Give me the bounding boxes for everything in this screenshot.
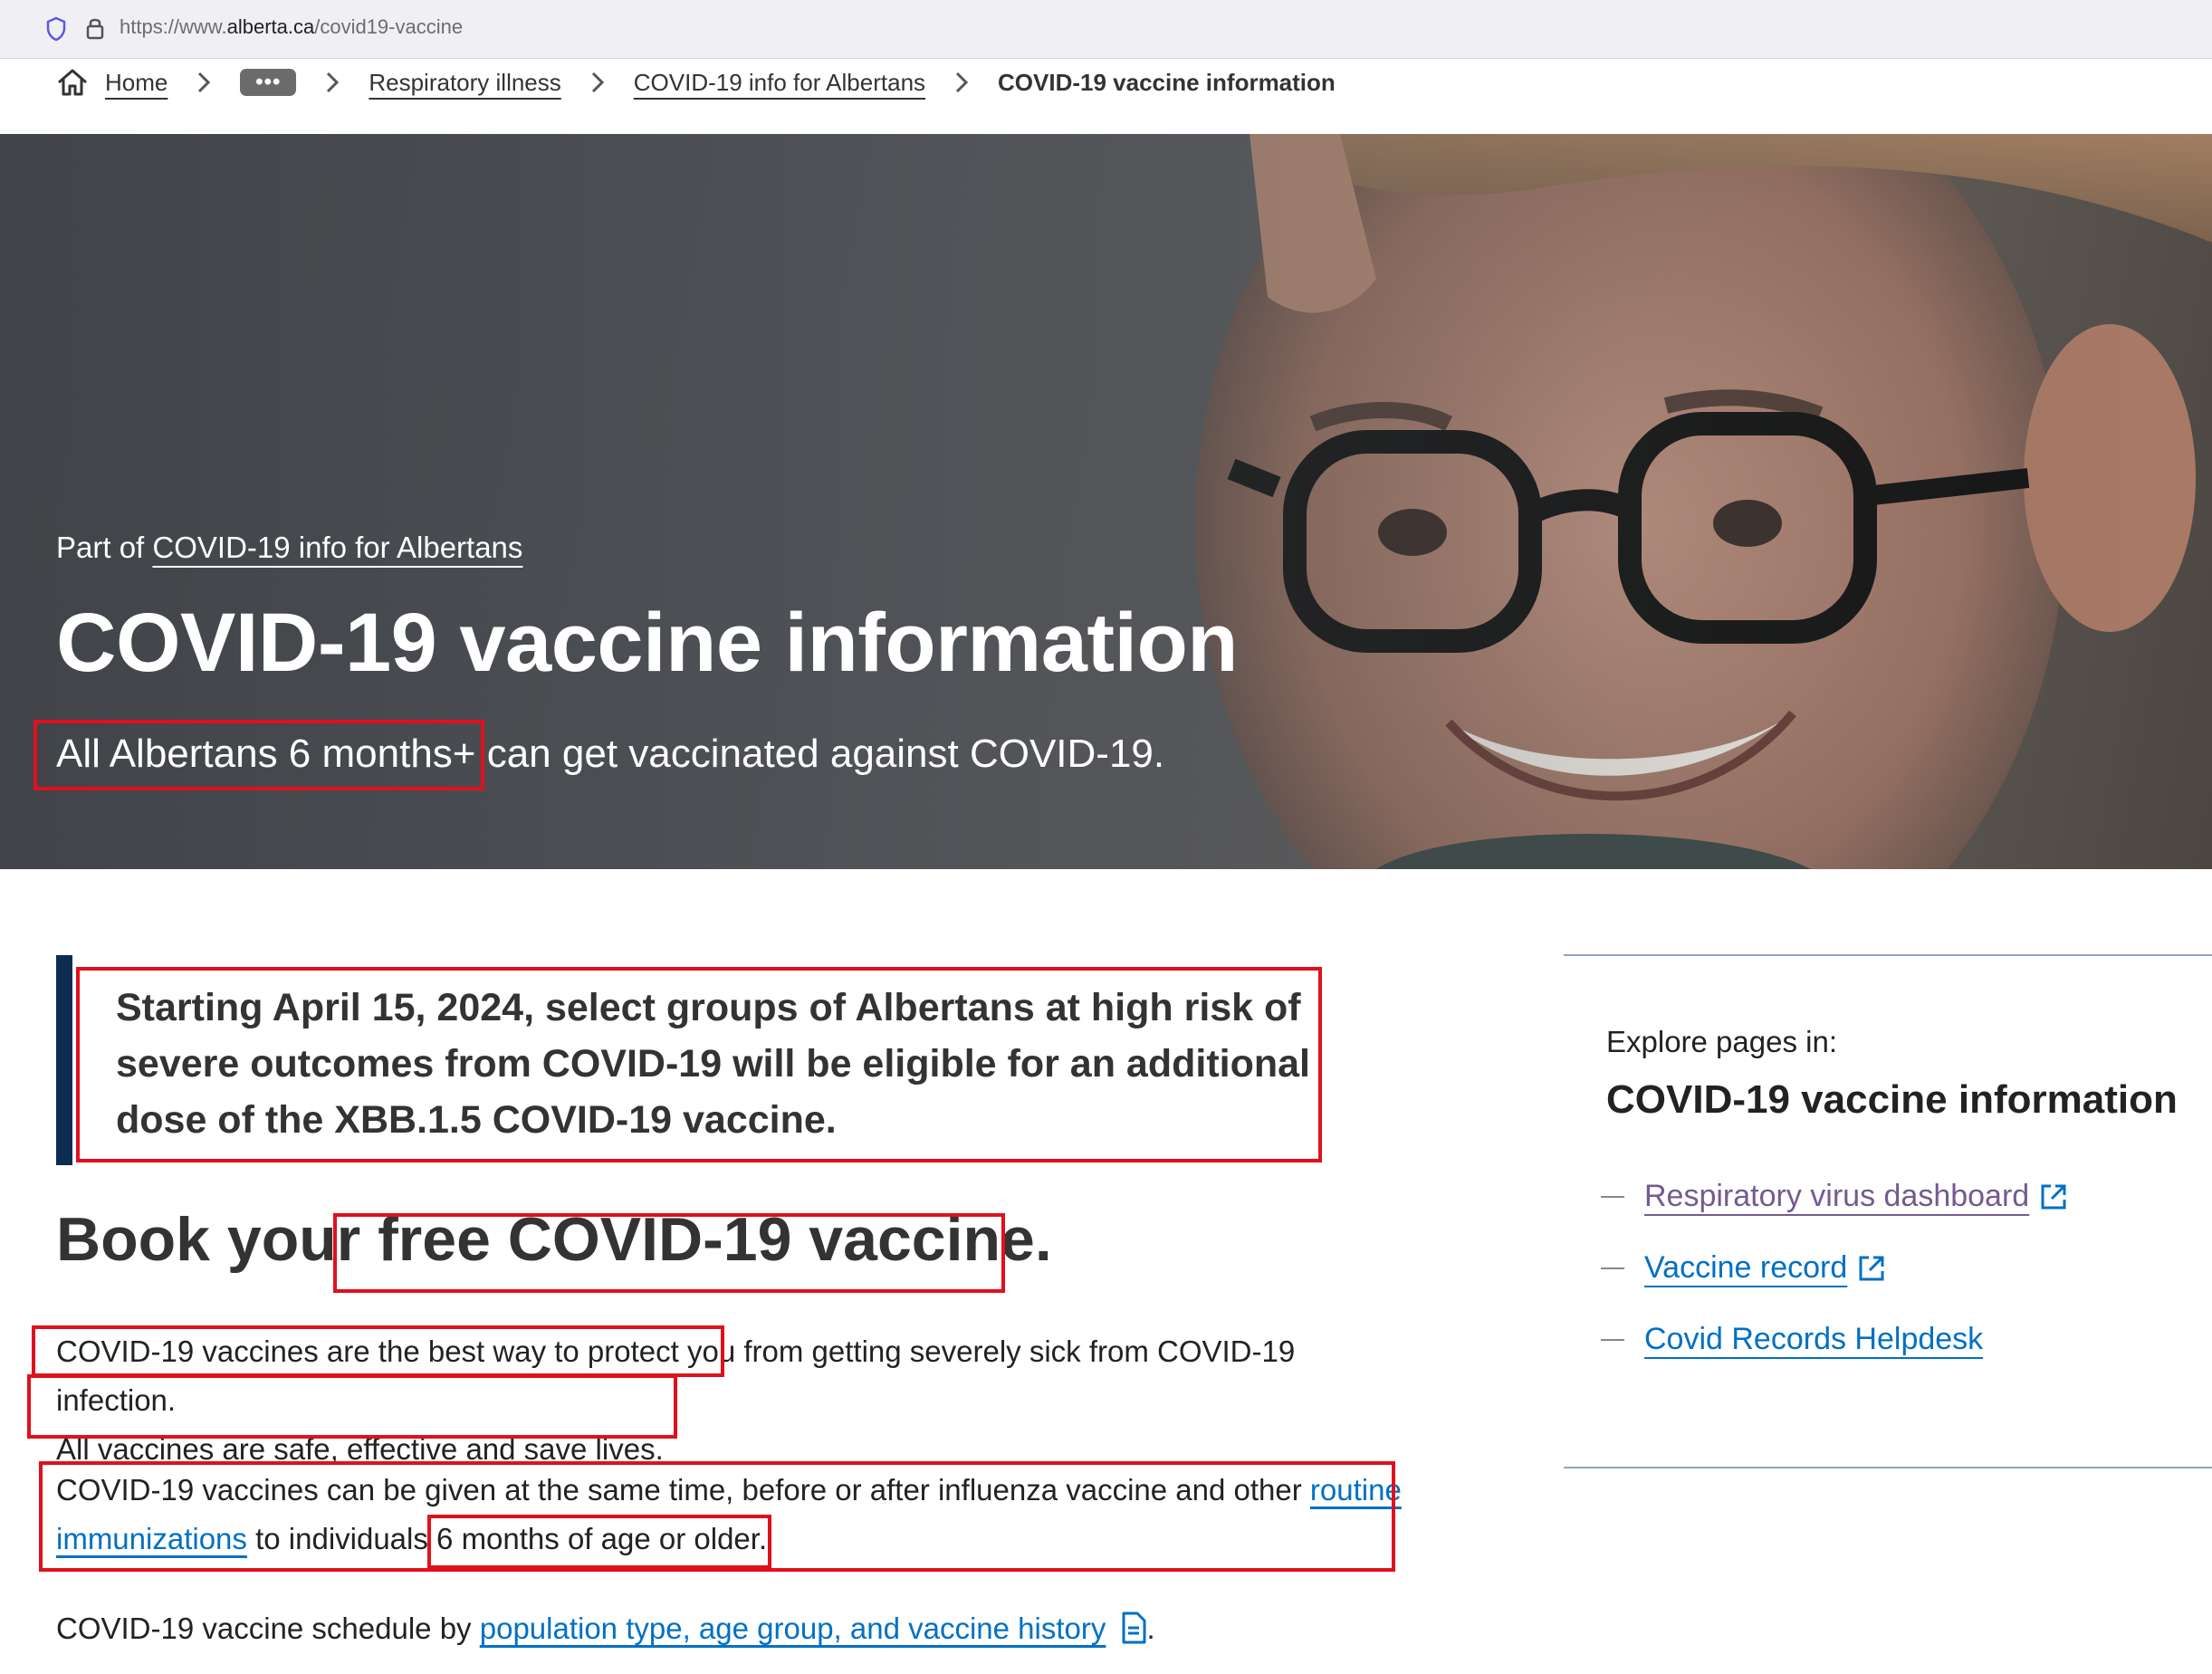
sidebar-divider-top bbox=[1564, 954, 2212, 956]
paragraph-schedule-text: COVID-19 vaccine schedule by bbox=[56, 1612, 480, 1645]
breadcrumb: Home ••• Respiratory illness COVID-19 in… bbox=[56, 60, 1336, 105]
sidebar-link-respiratory-dashboard[interactable]: Respiratory virus dashboard bbox=[1644, 1179, 2029, 1214]
schedule-link[interactable]: population type, age group, and vaccine … bbox=[480, 1612, 1106, 1645]
annotation-box bbox=[27, 1374, 677, 1439]
hero-part-of-link[interactable]: COVID-19 info for Albertans bbox=[152, 531, 522, 564]
sidebar-link-covid-records-helpdesk[interactable]: Covid Records Helpdesk bbox=[1644, 1322, 1983, 1357]
sidebar-explore-label: Explore pages in: bbox=[1606, 1025, 1837, 1058]
annotation-box bbox=[34, 720, 484, 790]
paragraph-schedule: COVID-19 vaccine schedule by population … bbox=[56, 1604, 1414, 1653]
book-heading-prefix: Book your bbox=[56, 1205, 361, 1274]
browser-address-bar[interactable]: https://www.alberta.ca/covid19-vaccine bbox=[0, 0, 2212, 59]
sidebar-item-respiratory-dashboard[interactable]: Respiratory virus dashboard bbox=[1601, 1179, 2069, 1214]
breadcrumb-more-button[interactable]: ••• bbox=[240, 69, 297, 96]
lock-icon[interactable] bbox=[85, 15, 105, 41]
paragraph-schedule-end: . bbox=[1146, 1612, 1155, 1645]
sidebar-divider-bottom bbox=[1564, 1467, 2212, 1468]
sidebar-link-vaccine-record[interactable]: Vaccine record bbox=[1644, 1250, 1847, 1286]
breadcrumb-home[interactable]: Home bbox=[56, 68, 168, 97]
annotation-box bbox=[32, 1325, 724, 1377]
external-link-icon bbox=[1859, 1256, 1884, 1280]
sidebar-item-vaccine-record[interactable]: Vaccine record bbox=[1601, 1250, 1887, 1286]
chevron-right-icon bbox=[954, 71, 969, 94]
document-icon bbox=[1122, 1612, 1146, 1644]
hero-subtitle-rest: can get vaccinated against COVID-19. bbox=[475, 732, 1165, 776]
breadcrumb-home-link[interactable]: Home bbox=[105, 69, 168, 97]
chevron-right-icon bbox=[196, 71, 211, 94]
home-icon[interactable] bbox=[56, 68, 89, 97]
annotation-box bbox=[333, 1213, 1005, 1293]
hero-part-of-prefix: Part of bbox=[56, 531, 153, 564]
annotation-box bbox=[76, 967, 1322, 1162]
external-link-icon bbox=[2041, 1184, 2066, 1209]
url-text[interactable]: https://www.alberta.ca/covid19-vaccine bbox=[120, 15, 463, 39]
chevron-right-icon bbox=[325, 71, 340, 94]
sidebar-item-covid-records-helpdesk[interactable]: Covid Records Helpdesk bbox=[1601, 1322, 1983, 1357]
annotation-box bbox=[427, 1515, 771, 1569]
list-dash bbox=[1601, 1338, 1624, 1341]
hero-part-of: Part of COVID-19 info for Albertans bbox=[56, 531, 522, 565]
sidebar-title: COVID-19 vaccine information bbox=[1606, 1077, 2178, 1122]
list-dash bbox=[1601, 1195, 1624, 1198]
list-dash bbox=[1601, 1267, 1624, 1269]
breadcrumb-item-covid-info[interactable]: COVID-19 info for Albertans bbox=[634, 69, 925, 97]
breadcrumb-item-respiratory-illness[interactable]: Respiratory illness bbox=[369, 69, 560, 97]
chevron-right-icon bbox=[590, 71, 605, 94]
shield-icon[interactable] bbox=[45, 16, 67, 42]
page-title: COVID-19 vaccine information bbox=[56, 597, 1239, 689]
callout-bar bbox=[56, 955, 72, 1165]
breadcrumb-current: COVID-19 vaccine information bbox=[998, 68, 1336, 96]
